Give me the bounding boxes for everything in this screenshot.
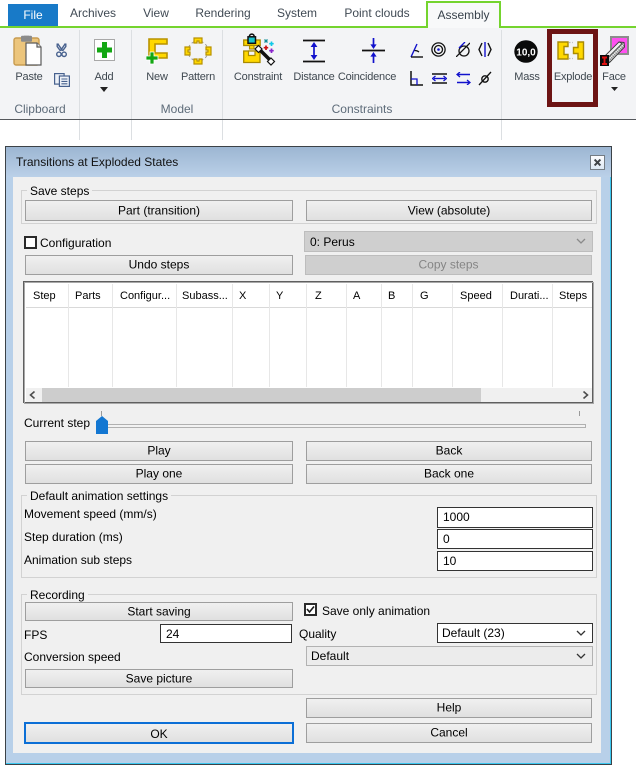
svg-text:10,0: 10,0 <box>516 48 536 59</box>
